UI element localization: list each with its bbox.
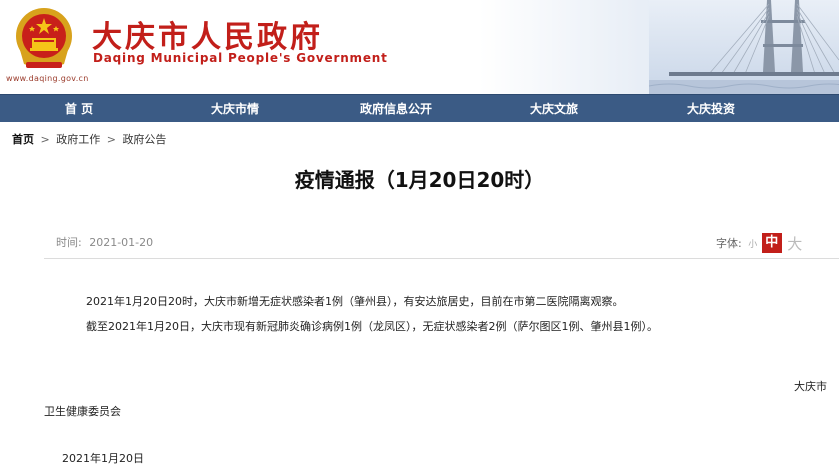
article-paragraph-1: 2021年1月20日20时，大庆市新增无症状感染者1例（肇州县），有安达旅居史，… (86, 295, 624, 308)
font-size-medium-button[interactable]: 中 (761, 233, 782, 253)
nav-item-city-info[interactable]: 大庆市情 (184, 95, 286, 123)
breadcrumb: 首页 > 政府工作 > 政府公告 (12, 131, 166, 147)
breadcrumb-separator: > (106, 133, 116, 146)
main-nav: 首 页 大庆市情 政府信息公开 大庆文旅 大庆投资 (0, 94, 839, 122)
breadcrumb-gov-notice[interactable]: 政府公告 (122, 133, 166, 146)
time-value: 2021-01-20 (89, 236, 154, 249)
nav-item-investment[interactable]: 大庆投资 (660, 95, 762, 123)
signature-line-2: 卫生健康委员会 (44, 405, 121, 418)
nav-item-gov-info[interactable]: 政府信息公开 (340, 95, 452, 123)
font-size-label: 字体: (716, 237, 742, 250)
breadcrumb-separator: > (40, 133, 50, 146)
article-title: 疫情通报（1月20日20时） (294, 168, 545, 192)
site-url: www.daqing.gov.cn (6, 74, 89, 83)
national-emblem-icon (16, 8, 72, 68)
site-title-cn: 大庆市人民政府 (92, 20, 323, 55)
font-size-large-button[interactable]: 大 (786, 233, 804, 254)
nav-item-culture-tourism[interactable]: 大庆文旅 (503, 95, 605, 123)
font-size-small-button[interactable]: 小 (746, 237, 760, 250)
font-size-control: 字体: 小 中 大 (716, 233, 804, 253)
site-header: www.daqing.gov.cn 大庆市人民政府 Daqing Municip… (0, 0, 839, 94)
signature-line-1: 大庆市 (794, 380, 827, 393)
nav-item-home[interactable]: 首 页 (28, 95, 130, 123)
time-label: 时间: (56, 236, 82, 249)
article-meta: 时间: 2021-01-20 (56, 234, 153, 250)
signature-date: 2021年1月20日 (62, 452, 144, 465)
article-paragraph-2: 截至2021年1月20日，大庆市现有新冠肺炎确诊病例1例（龙凤区），无症状感染者… (86, 320, 658, 333)
divider (44, 258, 839, 259)
breadcrumb-gov-work[interactable]: 政府工作 (56, 133, 100, 146)
site-title-en: Daqing Municipal People's Government (93, 51, 388, 65)
breadcrumb-home[interactable]: 首页 (12, 133, 34, 146)
bridge-illustration (649, 0, 839, 94)
